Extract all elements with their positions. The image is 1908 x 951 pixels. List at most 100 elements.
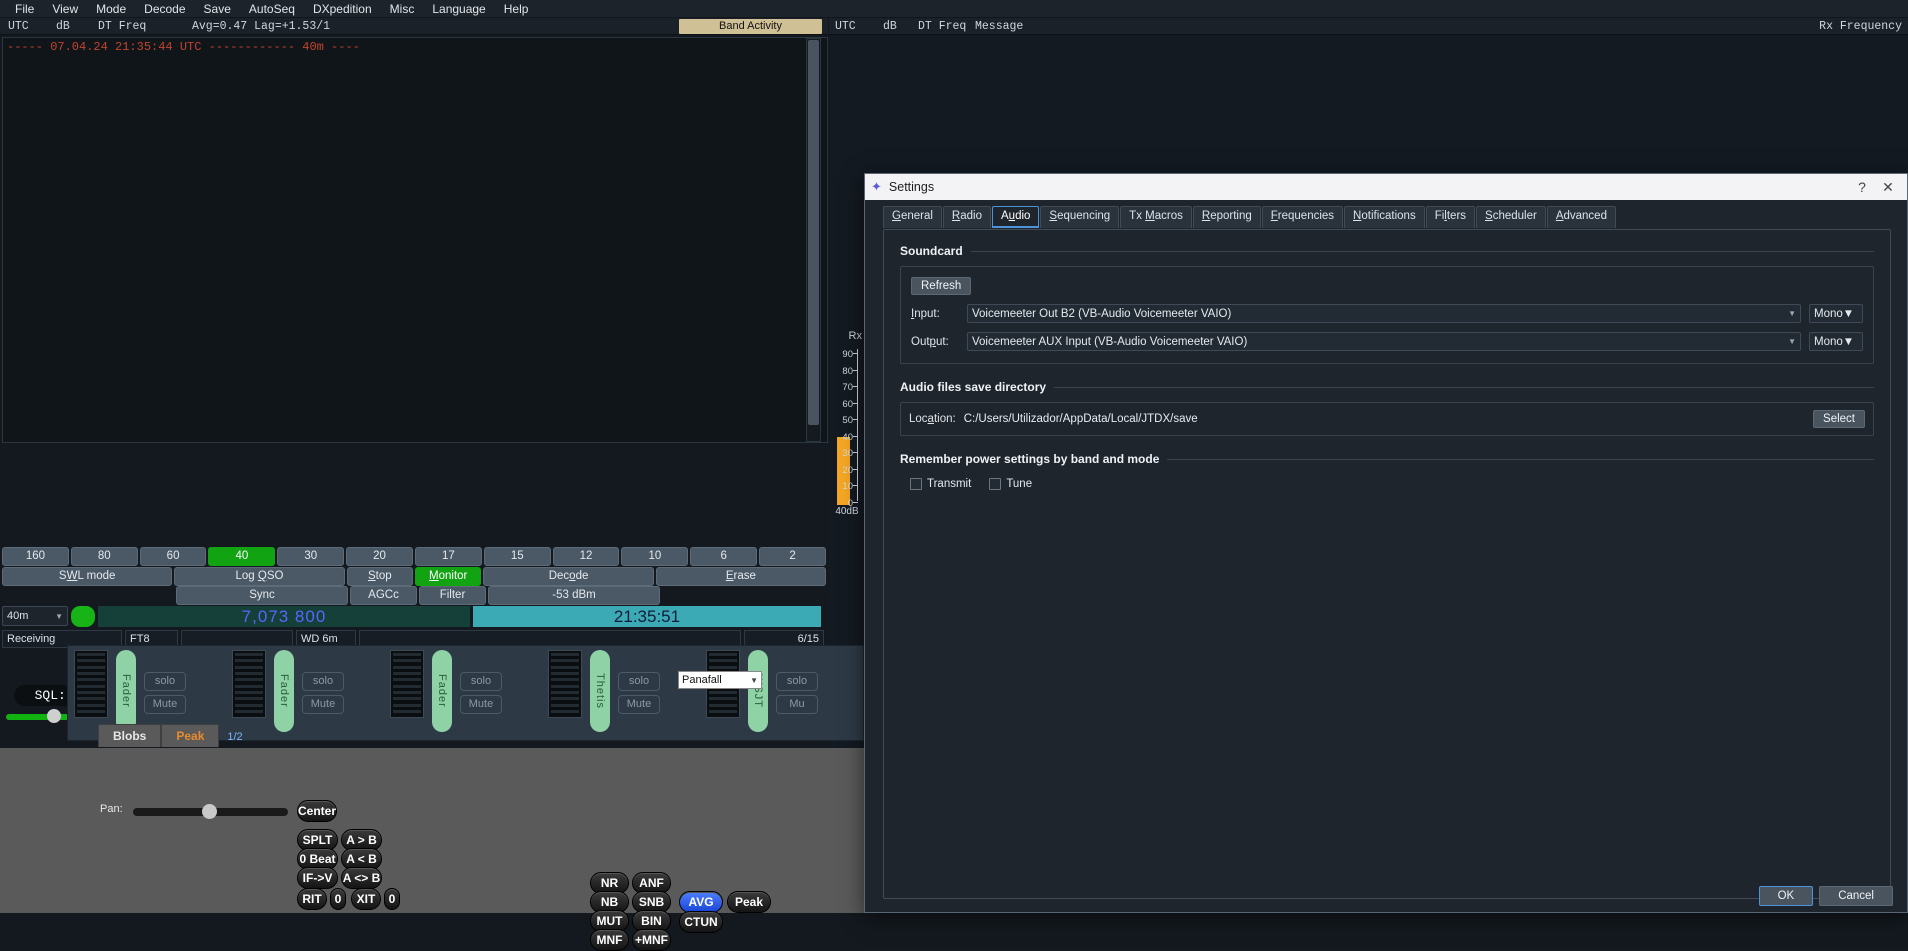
pan-slider-knob[interactable] <box>202 804 217 819</box>
fader-handle[interactable]: Fader <box>432 650 452 732</box>
audio-input-select[interactable]: Voicemeeter Out B2 (VB-Audio Voicemeeter… <box>967 304 1801 323</box>
band-button-12[interactable]: 12 <box>553 547 620 566</box>
help-icon[interactable]: ? <box>1849 179 1875 195</box>
cancel-button[interactable]: Cancel <box>1819 886 1893 906</box>
fader-handle[interactable]: Fader <box>274 650 294 732</box>
transmit-checkbox[interactable]: Transmit <box>910 478 971 490</box>
band-button-17[interactable]: 17 <box>415 547 482 566</box>
squelch-slider-knob[interactable] <box>47 709 61 723</box>
solo-button[interactable]: solo <box>302 672 344 691</box>
control-erase[interactable]: Erase <box>656 567 826 586</box>
dsp-button-+mnf[interactable]: +MNF <box>632 929 671 951</box>
audio-dir-group: Audio files save directory Location: C:/… <box>900 380 1874 436</box>
dial-frequency-display[interactable]: 7,073 800 <box>98 606 470 627</box>
mute-button[interactable]: Mu <box>776 695 818 714</box>
band-activity-scrollbar[interactable] <box>806 38 821 442</box>
checkbox-icon[interactable] <box>910 478 922 490</box>
control-swl-mode[interactable]: SWL mode <box>2 567 172 586</box>
band-button-2[interactable]: 2 <box>759 547 826 566</box>
band-button-80[interactable]: 80 <box>71 547 138 566</box>
band-button-20[interactable]: 20 <box>346 547 413 566</box>
band-button-6[interactable]: 6 <box>690 547 757 566</box>
peak-button[interactable]: Peak <box>727 891 771 913</box>
solo-button[interactable]: solo <box>144 672 186 691</box>
meter-tick-label: 10 <box>842 481 853 492</box>
fader-handle[interactable]: Thetis <box>590 650 610 732</box>
menu-item-dxpedition[interactable]: DXpedition <box>304 1 381 17</box>
solo-button[interactable]: solo <box>776 672 818 691</box>
vfo-button-a-b[interactable]: A <> B <box>341 867 382 889</box>
rit-value[interactable]: 0 <box>330 888 346 910</box>
refresh-button[interactable]: Refresh <box>911 277 971 295</box>
band-button-10[interactable]: 10 <box>621 547 688 566</box>
close-icon[interactable]: ✕ <box>1875 179 1901 196</box>
band-button-30[interactable]: 30 <box>277 547 344 566</box>
meter-tick <box>853 386 858 387</box>
band-button-160[interactable]: 160 <box>2 547 69 566</box>
xit-value[interactable]: 0 <box>384 888 400 910</box>
mute-button[interactable]: Mute <box>144 695 186 714</box>
settings-tab-frequencies[interactable]: Frequencies <box>1262 206 1343 228</box>
control-filter[interactable]: Filter <box>419 586 486 605</box>
band-activity-panel[interactable]: ----- 07.04.24 21:35:44 UTC ------------… <box>2 37 828 443</box>
menu-item-language[interactable]: Language <box>423 1 494 17</box>
menu-item-save[interactable]: Save <box>195 1 240 17</box>
menu-item-mode[interactable]: Mode <box>87 1 135 17</box>
menu-item-file[interactable]: File <box>6 1 43 17</box>
checkbox-icon[interactable] <box>989 478 1001 490</box>
menu-item-help[interactable]: Help <box>495 1 538 17</box>
tab-blobs[interactable]: Blobs <box>98 724 161 747</box>
menu-item-view[interactable]: View <box>43 1 87 17</box>
settings-tab-audio[interactable]: Audio <box>992 206 1039 228</box>
settings-tab-filters[interactable]: Filters <box>1426 206 1475 228</box>
band-button-60[interactable]: 60 <box>140 547 207 566</box>
settings-tab-scheduler[interactable]: Scheduler <box>1476 206 1546 228</box>
audio-output-select[interactable]: Voicemeeter AUX Input (VB-Audio Voicemee… <box>967 332 1801 351</box>
settings-tab-advanced[interactable]: Advanced <box>1547 206 1616 228</box>
ok-button[interactable]: OK <box>1759 886 1814 906</box>
control-sync[interactable]: Sync <box>176 586 348 605</box>
meter-tick <box>853 419 858 420</box>
mute-button[interactable]: Mute <box>302 695 344 714</box>
menu-item-misc[interactable]: Misc <box>381 1 424 17</box>
settings-tab-sequencing[interactable]: Sequencing <box>1040 206 1119 228</box>
input-channel-select[interactable]: Mono ▼ <box>1809 304 1863 323</box>
band-select-dropdown[interactable]: 40m ▼ <box>2 606 68 626</box>
mixer-strip: Thetis solo Mute <box>548 650 660 738</box>
scrollbar-thumb[interactable] <box>808 40 819 425</box>
dsp-button-mnf[interactable]: MNF <box>590 929 629 951</box>
avg-button[interactable]: AVG <box>679 891 723 913</box>
fader-handle[interactable]: WSJT <box>748 650 768 732</box>
select-directory-button[interactable]: Select <box>1813 410 1865 428</box>
fader-handle[interactable]: Fader <box>116 650 136 732</box>
rit-button[interactable]: RIT <box>297 888 327 910</box>
control-agcc[interactable]: AGCc <box>350 586 417 605</box>
control--53-dbm[interactable]: -53 dBm <box>488 586 660 605</box>
settings-dialog[interactable]: ✦ Settings ? ✕ GeneralRadioAudioSequenci… <box>864 173 1908 913</box>
xit-button[interactable]: XIT <box>351 888 381 910</box>
tune-checkbox[interactable]: Tune <box>989 478 1032 490</box>
vfo-button-if-v[interactable]: IF->V <box>297 867 338 889</box>
control-decode[interactable]: Decode <box>483 567 653 586</box>
settings-tab-general[interactable]: General <box>883 206 942 228</box>
solo-button[interactable]: solo <box>618 672 660 691</box>
band-button-40[interactable]: 40 <box>208 547 275 566</box>
display-mode-select[interactable]: Panafall ▼ <box>678 671 762 689</box>
tab-peak[interactable]: Peak <box>161 724 219 747</box>
settings-tab-radio[interactable]: Radio <box>943 206 991 228</box>
mute-button[interactable]: Mute <box>460 695 502 714</box>
control-log-qso[interactable]: Log QSO <box>174 567 344 586</box>
menu-item-autoseq[interactable]: AutoSeq <box>240 1 304 17</box>
menu-item-decode[interactable]: Decode <box>135 1 194 17</box>
mute-button[interactable]: Mute <box>618 695 660 714</box>
center-button[interactable]: Center <box>297 800 337 822</box>
settings-tab-reporting[interactable]: Reporting <box>1193 206 1261 228</box>
solo-button[interactable]: solo <box>460 672 502 691</box>
control-stop[interactable]: Stop <box>347 567 413 586</box>
settings-tab-notifications[interactable]: Notifications <box>1344 206 1425 228</box>
ctun-button[interactable]: CTUN <box>679 911 723 933</box>
output-channel-select[interactable]: Mono ▼ <box>1809 332 1863 351</box>
control-monitor[interactable]: Monitor <box>415 567 481 586</box>
band-button-15[interactable]: 15 <box>484 547 551 566</box>
settings-tab-tx-macros[interactable]: Tx Macros <box>1120 206 1192 228</box>
